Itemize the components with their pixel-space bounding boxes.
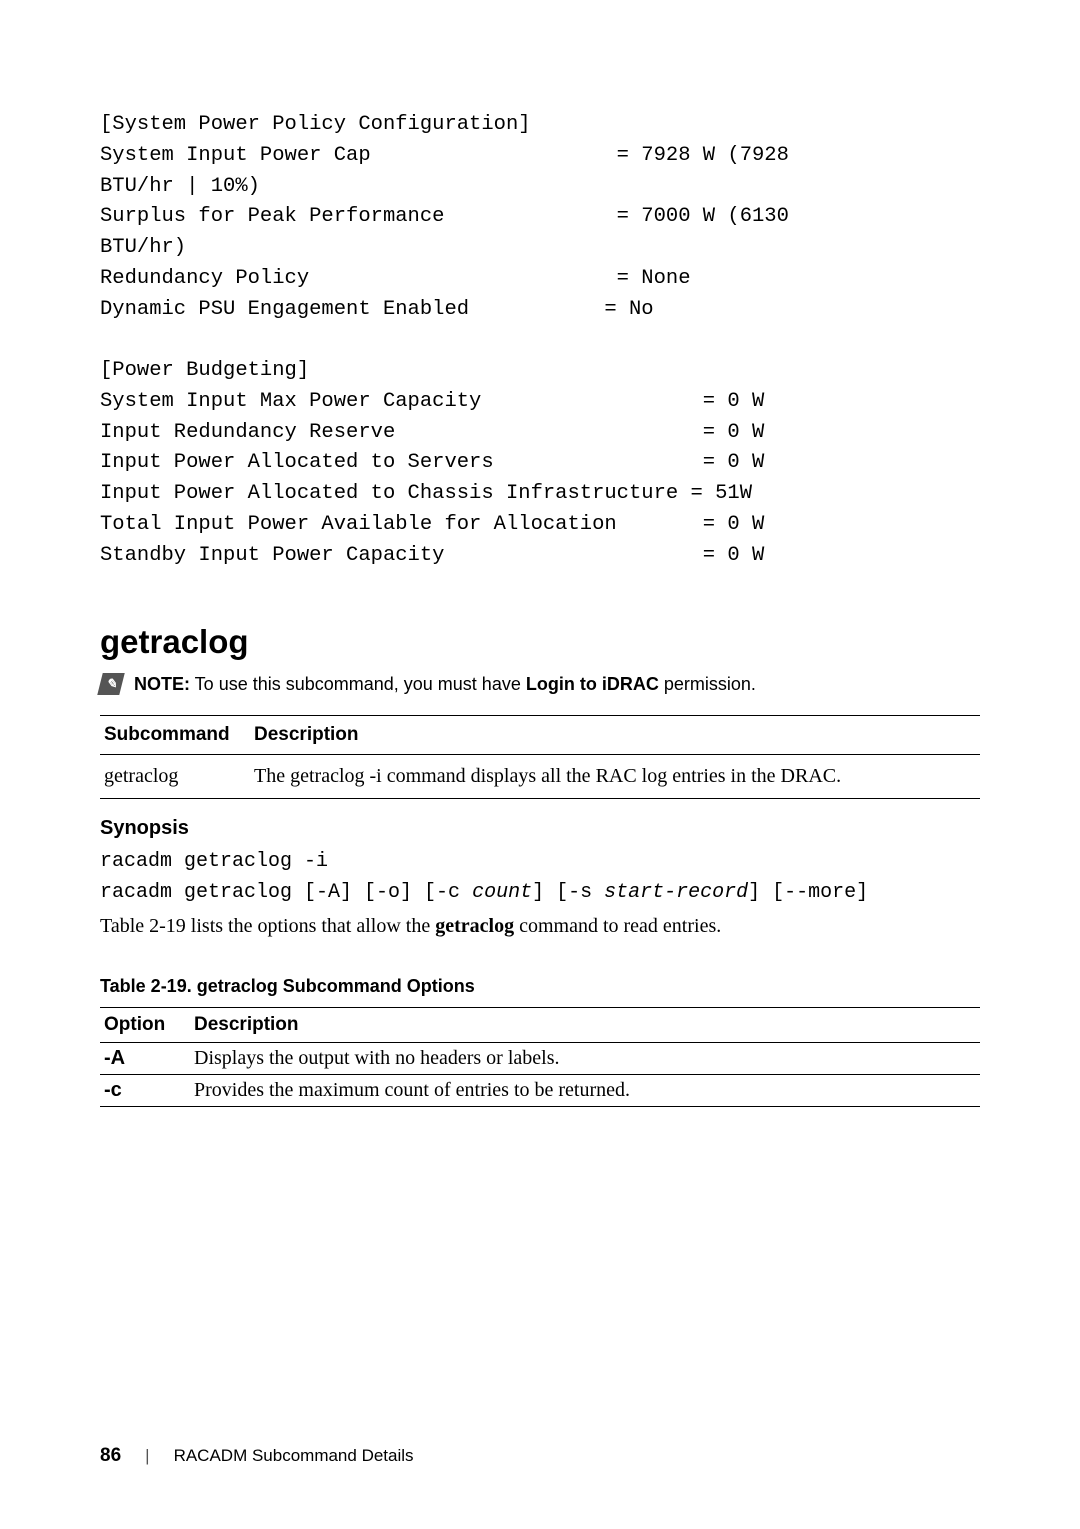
options-table-caption: Table 2-19. getraclog Subcommand Options [100, 976, 980, 997]
syn-p3: ] [--more] [748, 881, 868, 904]
page-footer: 86 | RACADM Subcommand Details [100, 1445, 414, 1467]
subcommand-cell: getraclog [100, 755, 250, 799]
code-block: [System Power Policy Configuration] Syst… [100, 110, 980, 571]
options-table: Option Description -A Displays the outpu… [100, 1007, 980, 1107]
note-icon: ✎ [97, 673, 124, 695]
section-title: getraclog [100, 623, 980, 661]
body-post: command to read entries. [514, 915, 721, 937]
note-text-pre: To use this subcommand, you must have [190, 674, 526, 694]
option-desc-header: Description [190, 1008, 980, 1043]
option-cell: -c [100, 1075, 190, 1107]
footer-separator: | [145, 1446, 149, 1466]
body-pre: Table 2-19 lists the options that allow … [100, 915, 435, 937]
option-cell: -A [100, 1043, 190, 1075]
table-row: getraclog The getraclog -i command displ… [100, 755, 980, 799]
syn-p1: racadm getraclog [-A] [-o] [-c [100, 881, 472, 904]
synopsis-heading: Synopsis [100, 817, 980, 840]
option-desc-cell: Provides the maximum count of entries to… [190, 1075, 980, 1107]
synopsis-line-1: racadm getraclog -i [100, 850, 980, 873]
table-row: -A Displays the output with no headers o… [100, 1043, 980, 1075]
note-row: ✎ NOTE: To use this subcommand, you must… [100, 673, 980, 695]
synopsis-line-2: racadm getraclog [-A] [-o] [-c count] [-… [100, 881, 980, 904]
syn-i2: start-record [604, 881, 748, 904]
note-text-bold: Login to iDRAC [526, 674, 659, 694]
syn-p2: ] [-s [532, 881, 604, 904]
subcommand-table: Subcommand Description getraclog The get… [100, 715, 980, 799]
note-text-post: permission. [659, 674, 756, 694]
body-text: Table 2-19 lists the options that allow … [100, 912, 980, 940]
syn-i1: count [472, 881, 532, 904]
body-bold: getraclog [435, 915, 514, 937]
description-cell: The getraclog -i command displays all th… [250, 755, 980, 799]
note-label: NOTE: [134, 674, 190, 694]
option-desc-cell: Displays the output with no headers or l… [190, 1043, 980, 1075]
option-header: Option [100, 1008, 190, 1043]
description-header: Description [250, 716, 980, 755]
footer-section: RACADM Subcommand Details [174, 1446, 414, 1466]
table-row: -c Provides the maximum count of entries… [100, 1075, 980, 1107]
subcommand-header: Subcommand [100, 716, 250, 755]
note-text: NOTE: To use this subcommand, you must h… [134, 674, 756, 695]
page-number: 86 [100, 1445, 121, 1467]
